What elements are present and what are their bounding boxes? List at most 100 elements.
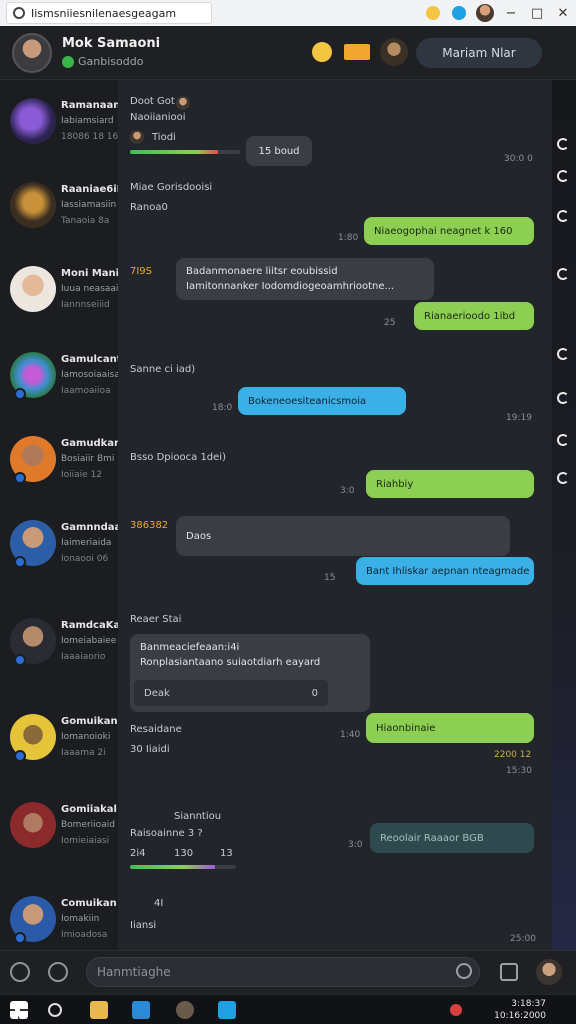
start-icon[interactable] xyxy=(10,1001,28,1019)
folder-icon[interactable] xyxy=(344,44,370,60)
conversation-name: Gomiiakal xyxy=(61,804,117,815)
add-icon[interactable] xyxy=(10,962,30,982)
emoji-icon[interactable] xyxy=(456,963,472,979)
conversation-preview: Bosiaiir Bmi xyxy=(61,454,115,464)
clock-date: 10:16:2000 xyxy=(494,1011,546,1021)
message-sender: Reaer Stai xyxy=(130,614,182,625)
minimize-icon[interactable]: − xyxy=(498,0,524,26)
chat-app-icon[interactable] xyxy=(218,1001,236,1019)
conversation-item[interactable]: Gamnndaant Iaimeriaida Ionaooi 06 xyxy=(0,510,133,590)
conversation-preview: Bomeriioaid xyxy=(61,820,115,830)
side-toolbar xyxy=(552,80,576,950)
conversation-item[interactable]: Gomuikan Iomanoioki Iaaama 2i xyxy=(0,704,118,784)
app-icon[interactable] xyxy=(176,1001,194,1019)
conversation-item[interactable]: Raaniae6iEi Iassiamasiin Tanaoia 8a xyxy=(0,172,127,252)
conversation-preview: Iassiamasiin xyxy=(61,200,117,210)
message-subtitle: 30 Iiaidi xyxy=(130,744,170,755)
tab-title: Iismsniiesnilenaesgeagam xyxy=(31,6,177,20)
message-bubble[interactable]: Reoolair Raaaor BGB xyxy=(370,823,534,853)
refresh-icon[interactable] xyxy=(557,392,569,404)
header-action-button[interactable]: Mariam Nlar xyxy=(416,38,542,68)
clock[interactable]: 3:18:37 10:16:2000 xyxy=(494,998,546,1022)
avatar xyxy=(10,98,56,144)
message-time: 25 xyxy=(384,318,396,328)
conversation-time: Ioiiaie 12 xyxy=(61,470,103,480)
online-icon xyxy=(62,55,74,68)
message-text: Iamitonnanker Iodomdiogeoamhriootne... xyxy=(186,281,395,292)
conversation-item[interactable]: Ramanaant Iabiamsiard 18086 18 16 xyxy=(0,88,125,168)
conversation-time: 18086 18 16 xyxy=(61,132,119,142)
message-time: 30:0 0 xyxy=(504,154,533,164)
status-icon xyxy=(14,556,26,568)
conversation-name: Gomuikan xyxy=(61,716,118,727)
reply-preview[interactable]: Deak 0 xyxy=(134,680,328,706)
conversation-preview: Iomeiabaiee xyxy=(61,636,117,646)
user-avatar[interactable] xyxy=(536,959,562,985)
refresh-icon[interactable] xyxy=(557,170,569,182)
conversation-name: Moni Maniu xyxy=(61,268,127,279)
conversation-item[interactable]: Gamudkar Si Bosiaiir Bmi Ioiiaie 12 xyxy=(0,426,133,506)
refresh-icon[interactable] xyxy=(557,138,569,150)
clock-time: 3:18:37 xyxy=(511,999,546,1009)
search-icon[interactable] xyxy=(48,1003,62,1017)
message-sender: Sanne ci iad) xyxy=(130,364,196,375)
refresh-icon[interactable] xyxy=(557,210,569,222)
status-icon xyxy=(14,472,26,484)
message-bubble[interactable]: Riahbiy xyxy=(366,470,534,498)
progress-bar xyxy=(130,865,236,869)
emoji-icon[interactable] xyxy=(312,42,332,62)
refresh-icon[interactable] xyxy=(557,434,569,446)
conversation-time: Iaaama 2i xyxy=(61,748,106,758)
message-bubble[interactable]: Bant Ihliskar aepnan nteagmade xyxy=(356,557,534,585)
contact-status: Ganbisoddo xyxy=(62,55,143,68)
status-icon xyxy=(14,388,26,400)
refresh-icon[interactable] xyxy=(557,348,569,360)
message-subtitle: Ranoa0 xyxy=(130,202,168,213)
message-bubble[interactable]: Badanmonaere liitsr eoubissid Iamitonnan… xyxy=(176,258,434,300)
message-time: 25:00 xyxy=(510,934,536,944)
message-time: 3:0 xyxy=(340,486,355,496)
refresh-icon[interactable] xyxy=(557,472,569,484)
message-bubble[interactable]: Hiaonbinaie xyxy=(366,713,534,743)
refresh-icon[interactable] xyxy=(557,268,569,280)
window-controls: − □ ✕ xyxy=(420,0,576,26)
conversation-name: Gamulcant xyxy=(61,354,122,365)
conversation-preview: Iuua neasaaiu xyxy=(61,284,125,294)
shield-icon[interactable] xyxy=(446,0,472,26)
maximize-icon[interactable]: □ xyxy=(524,0,550,26)
conversation-list: Ramanaant Iabiamsiard 18086 18 16 Raania… xyxy=(0,80,133,950)
store-icon[interactable] xyxy=(132,1001,150,1019)
profile-avatar[interactable] xyxy=(472,0,498,26)
message-bubble[interactable]: Daos xyxy=(176,516,510,556)
message-time: 1:80 xyxy=(338,233,359,243)
message-bubble[interactable]: 15 boud xyxy=(246,136,312,166)
conversation-time: Iomieiaiasi xyxy=(61,836,110,846)
notification-icon[interactable] xyxy=(450,1004,462,1016)
conversation-time: Ionaooi 06 xyxy=(61,554,109,564)
conversation-item[interactable]: Moni Maniu Iuua neasaaiu Iannnseiiid xyxy=(0,256,126,336)
message-time: 3:0 xyxy=(348,840,363,850)
extension-icon[interactable] xyxy=(420,0,446,26)
message-time: 18:0 xyxy=(212,403,233,413)
os-taskbar: 3:18:37 10:16:2000 xyxy=(0,994,576,1024)
conversation-preview: Iabiamsiard xyxy=(61,116,114,126)
message-subtitle: 4I xyxy=(154,898,164,909)
browser-tab[interactable]: Iismsniiesnilenaesgeagam xyxy=(6,2,212,24)
sender-avatar xyxy=(176,96,190,110)
location-icon[interactable] xyxy=(48,962,68,982)
conversation-item[interactable]: Gomiiakal Bomeriioaid Iomieiaiasi xyxy=(0,792,118,872)
folder-icon[interactable] xyxy=(90,1001,108,1019)
conversation-item[interactable]: Gamulcant Iamosoiaaisa Iaamoaiioa xyxy=(0,342,122,422)
stat-b: 130 xyxy=(174,848,194,859)
reply-label: Deak xyxy=(144,687,170,699)
message-bubble[interactable]: Niaeogophai neagnet k 160 xyxy=(364,217,534,245)
contact-avatar[interactable] xyxy=(12,33,52,73)
chat-header: Mok Samaoni Ganbisoddo Mariam Nlar xyxy=(0,26,576,80)
message-input[interactable]: Hanmtiaghe xyxy=(86,957,480,987)
conversation-item[interactable]: RamdcaKar Iomeiabaiee Iaaaiaorio xyxy=(0,608,125,688)
attach-icon[interactable] xyxy=(500,963,518,981)
message-bubble[interactable]: Bokeneoesiteanicsmoia xyxy=(238,387,406,415)
message-bubble[interactable]: Rianaerioodo 1ibd xyxy=(414,302,534,330)
group-avatar[interactable] xyxy=(380,38,408,66)
close-icon[interactable]: ✕ xyxy=(550,0,576,26)
